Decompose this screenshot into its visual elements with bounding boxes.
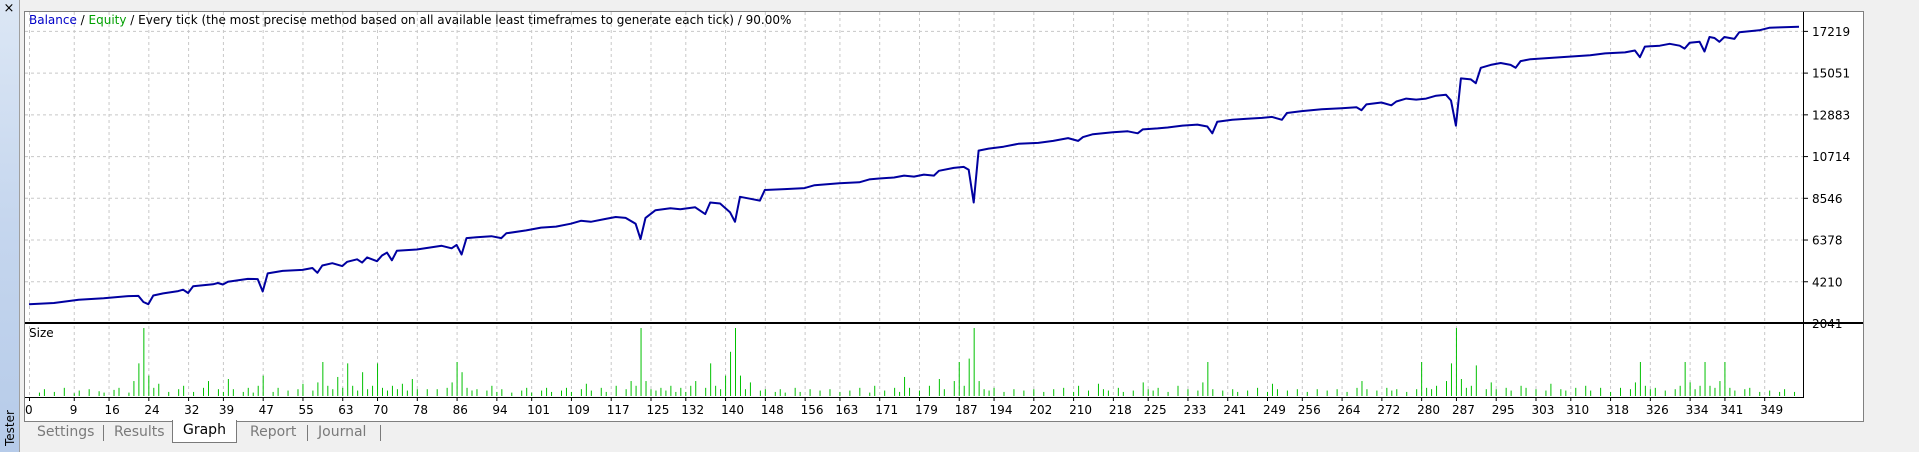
y-tick-label: 4210 xyxy=(1812,275,1843,289)
x-tick-label: 47 xyxy=(259,403,274,417)
x-tick-label: 109 xyxy=(567,403,590,417)
legend-entry: Equity xyxy=(89,13,127,27)
x-tick-label: 24 xyxy=(144,403,159,417)
size-pane-title: Size xyxy=(29,326,54,340)
x-tick-label: 125 xyxy=(646,403,669,417)
x-tick-label: 132 xyxy=(681,403,704,417)
x-tick-label: 163 xyxy=(835,403,858,417)
x-tick-label: 295 xyxy=(1492,403,1515,417)
y-tick-label: 15051 xyxy=(1812,67,1850,81)
x-tick-label: 349 xyxy=(1760,403,1783,417)
x-tick-label: 303 xyxy=(1531,403,1554,417)
x-tick-label: 39 xyxy=(219,403,234,417)
x-tick-label: 264 xyxy=(1338,403,1361,417)
y-tick-label: 12883 xyxy=(1812,108,1850,122)
x-tick-label: 70 xyxy=(373,403,388,417)
x-tick-label: 287 xyxy=(1452,403,1475,417)
tab-graph[interactable]: Graph xyxy=(172,420,237,443)
x-tick-label: 341 xyxy=(1720,403,1743,417)
tab-separator xyxy=(103,425,104,441)
x-tick-label: 9 xyxy=(70,403,78,417)
x-tick-label: 318 xyxy=(1606,403,1629,417)
x-tick-label: 55 xyxy=(298,403,313,417)
y-tick-label: 17219 xyxy=(1812,25,1850,39)
tab-journal[interactable]: Journal xyxy=(318,422,366,442)
x-tick-label: 94 xyxy=(492,403,507,417)
tab-separator xyxy=(307,425,308,441)
close-icon[interactable]: × xyxy=(2,2,16,16)
x-tick-label: 241 xyxy=(1223,403,1246,417)
balance-chart: 1721915051128831071485466378421020410 9 16… xyxy=(25,12,1863,417)
x-tick-label: 187 xyxy=(955,403,978,417)
y-tick-label: 2041 xyxy=(1812,317,1843,331)
x-tick-label: 218 xyxy=(1109,403,1132,417)
tester-label: Tester xyxy=(3,410,17,446)
x-tick-label: 272 xyxy=(1377,403,1400,417)
x-tick-label: 210 xyxy=(1069,403,1092,417)
balance-line xyxy=(28,25,1800,306)
y-tick-label: 10714 xyxy=(1812,150,1850,164)
tab-results[interactable]: Results xyxy=(114,422,165,442)
x-tick-label: 194 xyxy=(990,403,1013,417)
x-tick-label: 117 xyxy=(607,403,630,417)
y-tick-label: 6378 xyxy=(1812,234,1843,248)
chart-panel: 17219 15051 12883 10714 8546 6378 4210 2041 0 9 16… xyxy=(24,11,1864,422)
tab-report[interactable]: Report xyxy=(250,422,296,442)
legend-entry: Balance xyxy=(29,13,77,27)
x-tick-label: 179 xyxy=(915,403,938,417)
x-tick-label: 225 xyxy=(1144,403,1167,417)
tester-sidebar: × Tester xyxy=(0,0,20,452)
x-tick-label: 86 xyxy=(453,403,468,417)
x-tick-label: 32 xyxy=(184,403,199,417)
chart-legend: Balance / Equity / Every tick (the most … xyxy=(29,13,791,27)
x-tick-label: 256 xyxy=(1298,403,1321,417)
x-tick-label: 156 xyxy=(801,403,824,417)
legend-entry: / Every tick (the most precise method ba… xyxy=(126,13,791,27)
tab-separator xyxy=(380,425,381,441)
x-tick-label: 334 xyxy=(1686,403,1709,417)
x-tick-label: 16 xyxy=(105,403,120,417)
legend-entry: / xyxy=(77,13,89,27)
x-tick-label: 63 xyxy=(338,403,353,417)
x-tick-label: 310 xyxy=(1566,403,1589,417)
x-tick-label: 233 xyxy=(1183,403,1206,417)
x-tick-label: 202 xyxy=(1029,403,1052,417)
x-tick-label: 148 xyxy=(761,403,784,417)
x-tick-label: 140 xyxy=(721,403,744,417)
x-tick-label: 280 xyxy=(1417,403,1440,417)
x-tick-label: 78 xyxy=(413,403,428,417)
x-tick-label: 101 xyxy=(527,403,550,417)
x-tick-label: 171 xyxy=(875,403,898,417)
x-tick-label: 0 xyxy=(25,403,33,417)
tab-settings[interactable]: Settings xyxy=(37,422,94,442)
x-tick-label: 249 xyxy=(1263,403,1286,417)
y-tick-label: 8546 xyxy=(1812,192,1843,206)
x-tick-label: 326 xyxy=(1646,403,1669,417)
